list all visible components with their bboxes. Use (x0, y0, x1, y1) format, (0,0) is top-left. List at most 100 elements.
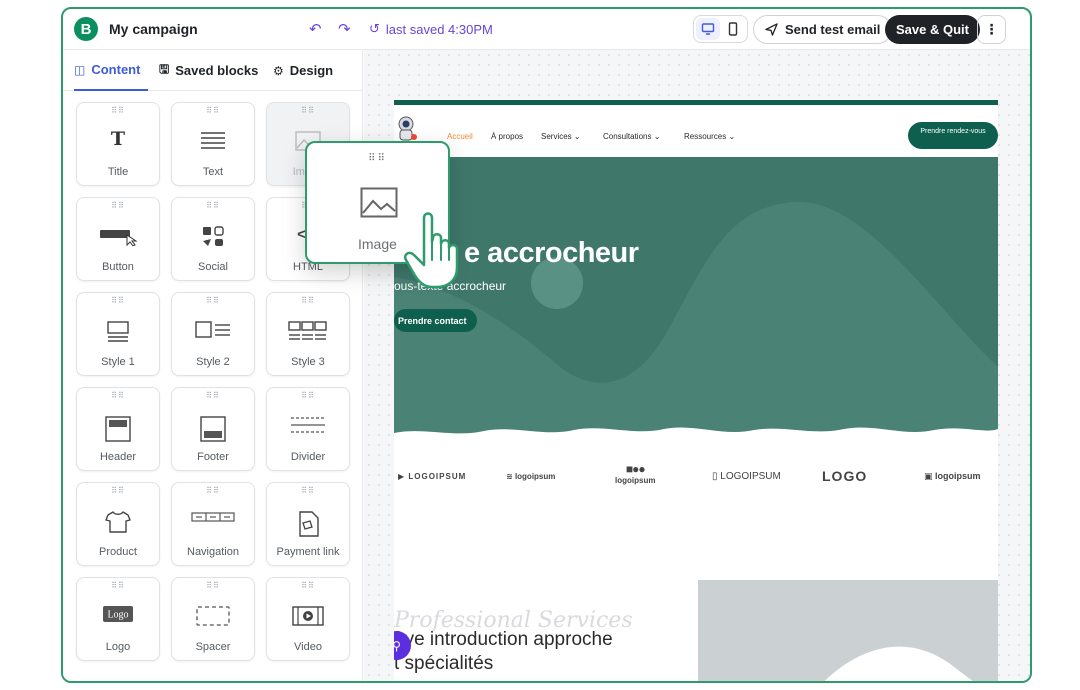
block-style1[interactable]: ⠿⠿ Style 1 (76, 292, 160, 376)
hero-section[interactable]: e accrocheur ous-texte accrocheur Prendr… (394, 157, 998, 447)
drag-handle-icon: ⠿⠿ (206, 106, 220, 115)
block-label: Button (102, 261, 134, 273)
drag-handle-icon: ⠿⠿ (301, 296, 315, 305)
block-footer[interactable]: ⠿⠿ Footer (171, 387, 255, 471)
grab-cursor-icon (404, 212, 459, 289)
partner-logo-text: LOGOIPSUM (720, 471, 781, 482)
block-label: Style 3 (291, 356, 325, 368)
email-preview[interactable]: Accueil À propos Services ⌄ Consultation… (394, 100, 998, 681)
block-social[interactable]: ⠿⠿ Social (171, 197, 255, 281)
partner-logo: ▶ LOGOIPSUM (398, 472, 467, 481)
block-label: Title (107, 166, 129, 178)
top-bar: B My campaign ↶ ↷ ↺ last saved 4:30PM Se… (63, 9, 1030, 50)
nav-link-label: Consultations (603, 132, 652, 141)
style1-icon (77, 321, 159, 343)
video-icon (267, 606, 349, 626)
tab-content[interactable]: ◫ Content (74, 50, 148, 91)
drag-handle-icon: ⠿⠿ (206, 391, 220, 400)
partner-logo-text: logoipsum (615, 476, 656, 485)
more-options-icon[interactable]: ⋮ (977, 15, 1006, 44)
drag-handle-icon: ⠿⠿ (301, 106, 315, 115)
block-video[interactable]: ⠿⠿ Video (266, 577, 350, 661)
nav-link[interactable]: Services ⌄ (541, 132, 581, 141)
block-header[interactable]: ⠿⠿ Header (76, 387, 160, 471)
block-button[interactable]: ⠿⠿ Button (76, 197, 160, 281)
block-label: Style 1 (101, 356, 135, 368)
nav-cta-button[interactable]: Prendre rendez-vous (908, 122, 998, 149)
drag-handle-icon: ⠿⠿ (111, 106, 125, 115)
block-logo[interactable]: ⠿⠿ Logo Logo (76, 577, 160, 661)
tab-saved-blocks[interactable]: 🖫 Saved blocks (159, 50, 258, 91)
drag-handle-icon: ⠿⠿ (368, 153, 387, 164)
intro-line: t spécialités (394, 653, 494, 674)
block-label: Spacer (195, 641, 231, 653)
editor-canvas[interactable]: Accueil À propos Services ⌄ Consultation… (364, 50, 1030, 681)
sidebar-tabs: ◫ Content 🖫 Saved blocks ⚙ Design (63, 50, 362, 91)
save-quit-button[interactable]: Save & Quit (885, 15, 980, 44)
send-test-email-button[interactable]: Send test email (753, 15, 893, 44)
drag-handle-icon: ⠿⠿ (301, 391, 315, 400)
drag-handle-icon: ⠿⠿ (111, 581, 125, 590)
style2-icon (172, 321, 254, 339)
email-navbar[interactable]: Accueil À propos Services ⌄ Consultation… (394, 105, 998, 157)
tab-design[interactable]: ⚙ Design (273, 50, 333, 91)
layout-icon: ◫ (74, 62, 86, 77)
title-icon: T (110, 128, 126, 150)
intro-section[interactable]: Professional Services ève introduction a… (394, 580, 998, 681)
desktop-view-button[interactable] (696, 18, 720, 40)
nav-link[interactable]: Ressources ⌄ (684, 132, 735, 141)
block-divider[interactable]: ⠿⠿ Divider (266, 387, 350, 471)
block-text[interactable]: ⠿⠿ Text (171, 102, 255, 186)
send-icon (765, 23, 778, 36)
drag-handle-icon: ⠿⠿ (206, 201, 220, 210)
brand-logo[interactable]: B (74, 17, 98, 41)
partner-logo-text: logoipsum (514, 472, 556, 481)
placeholder-shape (824, 646, 973, 681)
history-icon: ↺ (369, 21, 380, 36)
spacer-icon (172, 606, 254, 626)
redo-icon[interactable]: ↷ (338, 20, 351, 38)
editor-window: B My campaign ↶ ↷ ↺ last saved 4:30PM Se… (61, 7, 1032, 683)
gear-icon: ⚙ (273, 63, 284, 78)
drag-handle-icon: ⠿⠿ (301, 486, 315, 495)
payment-link-icon (267, 511, 349, 537)
block-label: Video (294, 641, 322, 653)
undo-icon[interactable]: ↶ (309, 20, 322, 38)
partner-logo-text: logoipsum (935, 471, 981, 481)
block-payment-link[interactable]: ⠿⠿ Payment link (266, 482, 350, 566)
block-spacer[interactable]: ⠿⠿ Spacer (171, 577, 255, 661)
drag-handle-icon: ⠿⠿ (111, 391, 125, 400)
block-label: Social (198, 261, 228, 273)
divider-icon (267, 416, 349, 434)
text-icon (172, 131, 254, 149)
block-title[interactable]: ⠿⠿ T Title (76, 102, 160, 186)
partner-logo: LOGO (822, 468, 868, 484)
drag-handle-icon: ⠿⠿ (111, 296, 125, 305)
hero-contact-button[interactable]: Prendre contact (394, 309, 477, 332)
block-style3[interactable]: ⠿⠿ Style 3 (266, 292, 350, 376)
nav-link[interactable]: Consultations ⌄ (603, 132, 660, 141)
navigation-icon (172, 511, 254, 523)
desktop-icon (701, 23, 714, 35)
campaign-title[interactable]: My campaign (109, 21, 198, 37)
block-product[interactable]: ⠿⠿ Product (76, 482, 160, 566)
device-toggle (693, 15, 748, 43)
mobile-icon (729, 22, 738, 36)
drag-handle-icon: ⠿⠿ (111, 486, 125, 495)
send-test-label: Send test email (785, 22, 881, 37)
partner-logo: ▣ logoipsum (924, 471, 981, 481)
save-icon: 🖫 (159, 62, 170, 76)
block-label: Divider (290, 451, 326, 463)
mobile-view-button[interactable] (722, 18, 746, 40)
partner-logo: ▯ LOGOIPSUM (712, 471, 781, 482)
tab-label: Content (91, 62, 141, 77)
block-style2[interactable]: ⠿⠿ Style 2 (171, 292, 255, 376)
nav-link[interactable]: À propos (491, 132, 523, 141)
drag-handle-icon: ⠿⠿ (206, 486, 220, 495)
partner-logo: ■●● logoipsum (615, 462, 656, 485)
drag-handle-icon: ⠿⠿ (206, 296, 220, 305)
nav-link[interactable]: Accueil (447, 132, 473, 141)
button-icon (77, 226, 159, 246)
block-navigation[interactable]: ⠿⠿ Navigation (171, 482, 255, 566)
image-placeholder[interactable] (698, 580, 998, 681)
